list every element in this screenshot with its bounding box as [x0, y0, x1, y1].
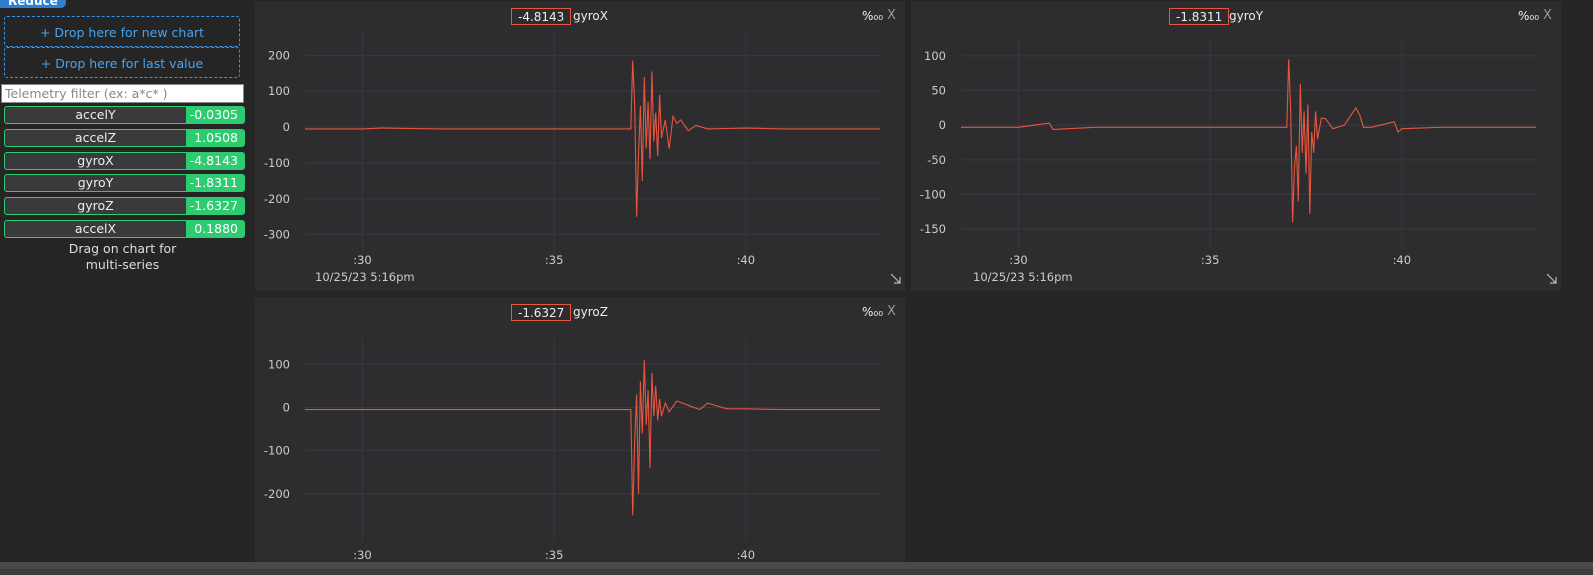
- telemetry-item-gyroY[interactable]: gyroY -1.8311: [4, 174, 245, 193]
- date-label: 10/25/23 5:16pm: [973, 270, 1073, 284]
- telemetry-value: -0.0305: [186, 107, 244, 123]
- chart-panel-gyroZ[interactable]: 100 0 -100 -200 :30 :35 :40 -1.6327 gyroZ %₀₀ …: [255, 297, 905, 562]
- y-tick-label: 200: [268, 48, 290, 62]
- close-icon[interactable]: X: [1543, 7, 1552, 24]
- chart-series-name: gyroY: [1229, 9, 1264, 23]
- y-tick-label: 100: [924, 49, 946, 63]
- per-mille-icon[interactable]: %₀₀: [1518, 8, 1539, 25]
- chart-panel-gyroY[interactable]: 100 50 0 -50 -100 -150 :30 :35 :40 10/25/23 5:16p…: [911, 1, 1561, 291]
- chart-header: -1.8311 gyroY %₀₀ X: [911, 8, 1561, 28]
- drop-new-chart-zone[interactable]: + Drop here for new chart: [4, 16, 240, 47]
- y-tick-label: 100: [268, 84, 290, 98]
- x-tick-label: :40: [737, 253, 756, 267]
- series-line-gyroZ: [305, 359, 880, 516]
- drag-hint-line1: Drag on chart for: [68, 241, 177, 256]
- telemetry-filter-input[interactable]: [1, 84, 244, 103]
- y-tick-label: -100: [920, 188, 946, 202]
- telemetry-name: accelX: [74, 220, 117, 236]
- drag-hint-text: Drag on chart for multi-series: [0, 241, 245, 273]
- chart-current-value: -1.8311: [1169, 8, 1230, 25]
- x-tick-label: :30: [1009, 253, 1028, 267]
- y-tick-label: 0: [283, 400, 290, 414]
- resize-corner-icon[interactable]: [1546, 273, 1557, 284]
- x-tick-label: :30: [353, 548, 372, 562]
- y-tick-label: 0: [283, 120, 290, 134]
- x-tick-label: :40: [1393, 253, 1412, 267]
- telemetry-item-accelX[interactable]: accelX 0.1880: [4, 219, 245, 238]
- telemetry-value: 0.1880: [186, 220, 244, 237]
- drop-last-value-zone[interactable]: + Drop here for last value: [4, 47, 240, 78]
- telemetry-item-accelZ[interactable]: accelZ 1.0508: [4, 128, 245, 147]
- chart-current-value: -1.6327: [511, 304, 572, 321]
- x-tick-label: :35: [1201, 253, 1220, 267]
- per-mille-icon[interactable]: %₀₀: [862, 8, 883, 25]
- chart-panel-gyroX[interactable]: 200 100 0 -100 -200 -300 :30 :35 :40 10/25/23 5:1…: [255, 1, 905, 291]
- reduce-button[interactable]: Reduce: [0, 0, 66, 8]
- x-tick-label: :40: [737, 548, 756, 562]
- telemetry-item-gyroX[interactable]: gyroX -4.8143: [4, 151, 245, 170]
- telemetry-value: -4.8143: [186, 152, 244, 169]
- telemetry-name: gyroZ: [77, 198, 114, 214]
- scrollbar-thumb[interactable]: [0, 562, 1593, 569]
- drag-hint-line2: multi-series: [85, 257, 160, 272]
- y-tick-label: 100: [268, 357, 290, 371]
- per-mille-icon[interactable]: %₀₀: [862, 304, 883, 321]
- chart-current-value: -4.8143: [511, 8, 572, 25]
- resize-corner-icon[interactable]: [890, 273, 901, 284]
- y-tick-label: 0: [939, 118, 946, 132]
- chart-svg-gyroX: 200 100 0 -100 -200 -300 :30 :35 :40 10/25/23 5:1…: [264, 31, 880, 284]
- close-icon[interactable]: X: [887, 7, 896, 24]
- y-tick-label: -150: [920, 222, 946, 236]
- telemetry-item-accelY[interactable]: accelY -0.0305: [4, 106, 245, 124]
- telemetry-name: gyroY: [77, 175, 114, 191]
- chart-svg-gyroZ: 100 0 -100 -200 :30 :35 :40: [264, 337, 880, 562]
- close-icon[interactable]: X: [887, 303, 896, 320]
- telemetry-item-gyroZ[interactable]: gyroZ -1.6327: [4, 197, 245, 216]
- chart-header: -4.8143 gyroX %₀₀ X: [255, 8, 905, 28]
- y-tick-label: -100: [264, 444, 290, 458]
- telemetry-name: gyroX: [77, 152, 114, 168]
- telemetry-value: -1.6327: [186, 198, 244, 215]
- chart-header: -1.6327 gyroZ %₀₀ X: [255, 304, 905, 324]
- horizontal-scrollbar[interactable]: [0, 562, 1593, 575]
- chart-svg-gyroY: 100 50 0 -50 -100 -150 :30 :35 :40 10/25/23 5:16p…: [920, 39, 1536, 284]
- y-tick-label: -100: [264, 156, 290, 170]
- y-tick-label: 50: [931, 84, 946, 98]
- date-label: 10/25/23 5:16pm: [315, 270, 415, 284]
- telemetry-list: accelY -0.0305 accelZ 1.0508 gyroX -4.81…: [4, 106, 245, 243]
- series-line-gyroX: [305, 60, 880, 217]
- y-tick-label: -200: [264, 192, 290, 206]
- y-tick-label: -200: [264, 487, 290, 501]
- app-root: Reduce + Drop here for new chart + Drop …: [0, 0, 1593, 575]
- x-tick-label: :35: [545, 548, 564, 562]
- x-tick-label: :35: [545, 253, 564, 267]
- chart-series-name: gyroZ: [573, 305, 608, 319]
- telemetry-sidebar: Reduce + Drop here for new chart + Drop …: [0, 0, 250, 562]
- x-tick-label: :30: [353, 253, 372, 267]
- telemetry-name: accelZ: [74, 129, 117, 145]
- telemetry-value: 1.0508: [186, 129, 244, 146]
- y-tick-label: -300: [264, 228, 290, 242]
- telemetry-name: accelY: [75, 107, 116, 122]
- chart-series-name: gyroX: [573, 9, 608, 23]
- y-tick-label: -50: [927, 153, 946, 167]
- series-line-gyroY: [961, 59, 1536, 223]
- telemetry-value: -1.8311: [186, 175, 244, 192]
